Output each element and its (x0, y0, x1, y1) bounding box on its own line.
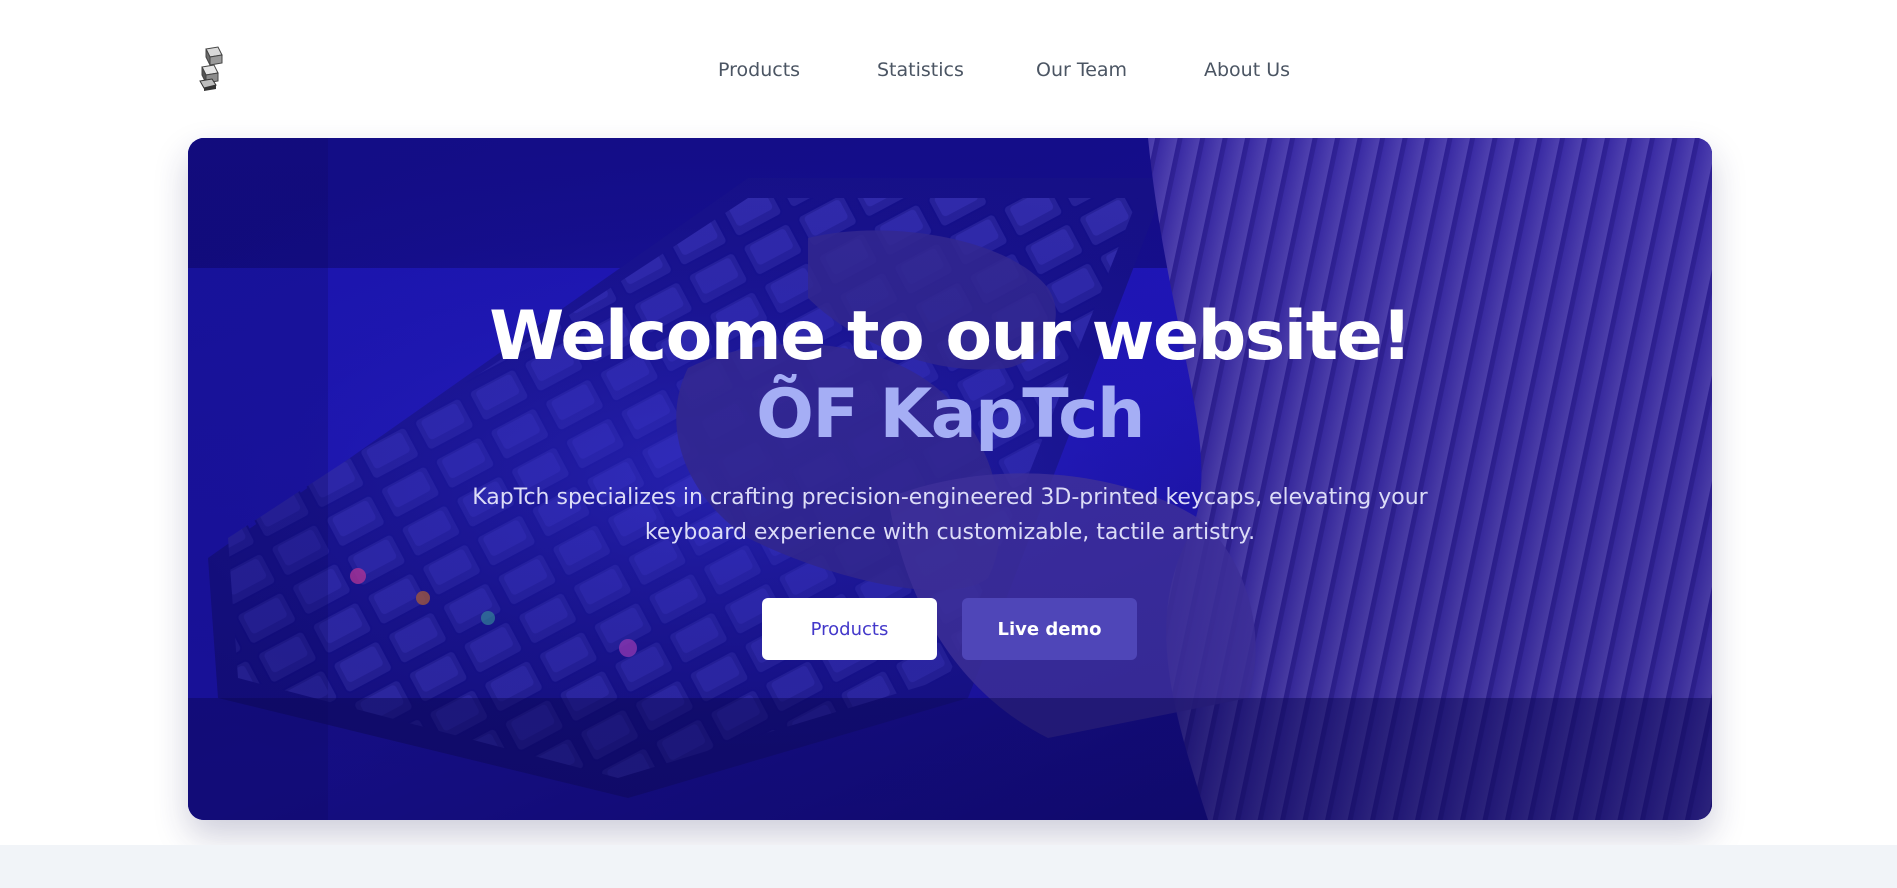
nav-about-us[interactable]: About Us (1204, 55, 1290, 85)
hero-content: Welcome to our website! ÕF KapTch KapTch… (188, 138, 1712, 820)
products-button[interactable]: Products (762, 598, 937, 660)
hero-brand-name: ÕF KapTch (756, 375, 1145, 454)
hero-description: KapTch specializes in crafting precision… (472, 485, 1428, 545)
nav-statistics[interactable]: Statistics (877, 55, 964, 85)
site-header: Products Statistics Our Team About Us (0, 0, 1897, 138)
next-section-strip (0, 845, 1897, 888)
nav-products[interactable]: Products (718, 55, 800, 85)
hero-title: Welcome to our website! (489, 297, 1412, 376)
live-demo-button[interactable]: Live demo (962, 598, 1137, 660)
nav-our-team[interactable]: Our Team (1036, 55, 1127, 85)
hero-banner: Welcome to our website! ÕF KapTch KapTch… (188, 138, 1712, 820)
main-nav: Products Statistics Our Team About Us (0, 55, 1897, 85)
page: Products Statistics Our Team About Us We… (0, 0, 1897, 888)
